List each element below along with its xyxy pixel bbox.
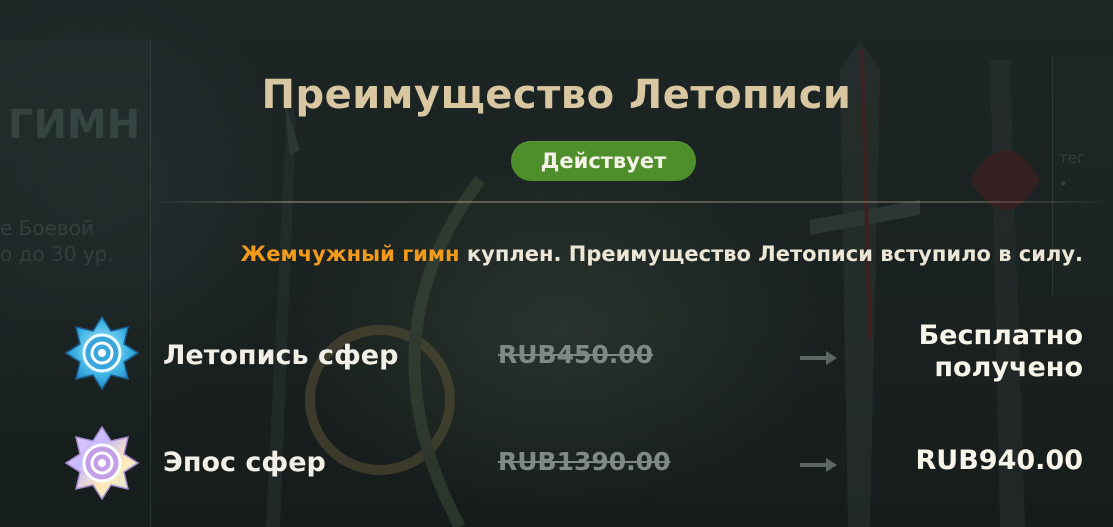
epic-orb-iridescent-icon <box>64 425 140 501</box>
background-panel-text: е Боевой о до 30 ур. <box>0 216 114 266</box>
divider <box>150 201 1113 203</box>
benefit-row: Эпос сфер RUB1390.00 RUB940.00 <box>0 425 1113 515</box>
benefit-row: Летопись сфер RUB450.00 Бесплатно получе… <box>0 315 1113 405</box>
chronicle-orb-blue-icon <box>64 315 140 391</box>
notice-highlight: Жемчужный гимн <box>240 242 460 266</box>
page-title: Преимущество Летописи <box>261 72 852 118</box>
old-price: RUB450.00 <box>498 340 654 369</box>
purchase-notice: Жемчужный гимн куплен. Преимущество Лето… <box>241 242 1083 266</box>
status-badge: Действует <box>511 141 696 181</box>
result-text: Бесплатно получено <box>918 320 1083 383</box>
arrow-right-icon <box>800 351 837 365</box>
old-price: RUB1390.00 <box>498 447 671 476</box>
item-name: Эпос сфер <box>163 447 326 478</box>
result-price: RUB940.00 <box>915 445 1083 476</box>
notice-text: куплен. Преимущество Летописи вступило в… <box>459 242 1083 266</box>
item-name: Летопись сфер <box>163 340 399 371</box>
arrow-right-icon <box>800 458 837 472</box>
